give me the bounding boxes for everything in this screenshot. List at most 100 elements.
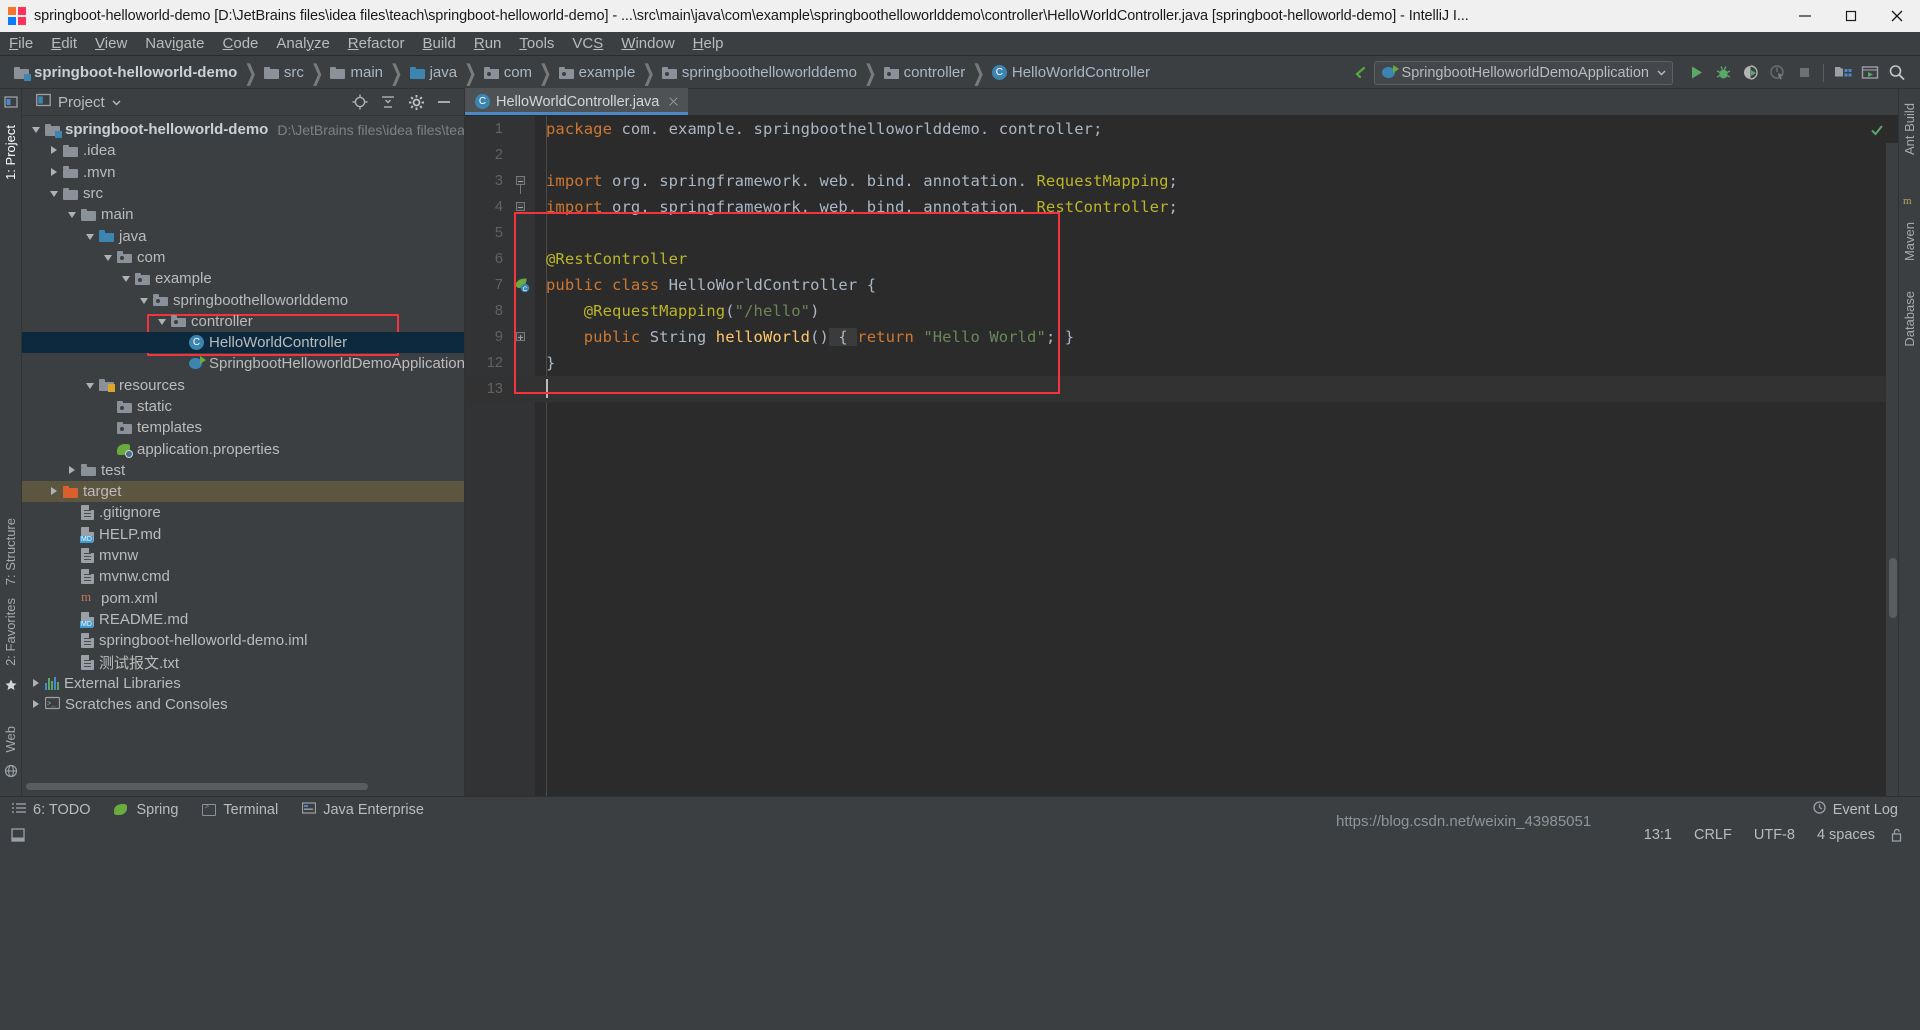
minus-icon[interactable] [430,89,458,115]
bottom-tab-todo[interactable]: 6: TODO [0,797,102,823]
star-icon[interactable] [4,678,18,696]
gutter-slot[interactable]: C [511,272,535,298]
tree-node-mvnw.cmd[interactable]: mvnw.cmd [22,566,464,587]
project-panel-horizontal-scrollbar[interactable] [22,781,465,792]
debug-button[interactable] [1710,60,1737,86]
menu-item-help[interactable]: Help [684,32,733,56]
menu-item-edit[interactable]: Edit [42,32,86,56]
spring-bean-gutter-icon[interactable]: C [514,277,530,293]
tree-collapse-triangle-icon[interactable] [32,125,41,134]
tree-collapse-triangle-icon[interactable] [86,232,95,241]
bottom-tab-java-enterprise[interactable]: Java Enterprise [290,797,436,823]
tree-collapse-triangle-icon[interactable] [140,296,149,305]
gutter-slot[interactable] [511,298,535,324]
sidebar-tab-ant-build[interactable]: Ant Build [1902,97,1917,161]
tree-node-main[interactable]: main [22,204,464,225]
project-tree[interactable]: springboot-helloworld-demo D:\JetBrains f… [22,116,464,796]
code-line[interactable]: 6 @RestController [465,246,1898,272]
chevron-down-icon[interactable] [112,94,121,111]
breadcrumb-item-example[interactable]: example [558,64,635,81]
code-line[interactable]: 8 @RequestMapping("/hello") [465,298,1898,324]
indent-setting[interactable]: 4 spaces [1806,827,1886,843]
editor-scrollbar-track[interactable] [1886,143,1898,796]
minimize-button[interactable] [1782,0,1828,32]
code-line[interactable]: 13 [465,376,1898,402]
tree-node-java[interactable]: java [22,225,464,246]
fold-expand-icon[interactable] [516,332,525,341]
caret-position[interactable]: 13:1 [1633,827,1683,843]
menu-item-navigate[interactable]: Navigate [136,32,213,56]
breadcrumb-item-java[interactable]: java [409,64,457,81]
show-toolbar-icon[interactable] [8,825,28,845]
sidebar-tab-structure[interactable]: 7: Structure [3,512,18,591]
menu-item-refactor[interactable]: Refactor [339,32,414,56]
tree-node-.mvn[interactable]: .mvn [22,162,464,183]
unlocked-icon[interactable] [1886,825,1906,845]
gutter-slot[interactable] [511,220,535,246]
gutter-slot[interactable] [511,246,535,272]
update-running-app-icon[interactable] [1856,60,1883,86]
tree-node-resources[interactable]: resources [22,375,464,396]
tree-node-helloworldcontroller[interactable]: C HelloWorldController [22,331,464,354]
close-icon[interactable] [667,95,680,108]
menu-item-code[interactable]: Code [214,32,268,56]
tree-node-mvnw[interactable]: mvnw [22,545,464,566]
code-line[interactable]: 2 [465,142,1898,168]
tree-expand-triangle-icon[interactable] [50,146,59,155]
gear-icon[interactable] [402,89,430,115]
tree-node-static[interactable]: static [22,396,464,417]
tree-node-application.properties[interactable]: application.properties [22,438,464,459]
code-content[interactable]: 1 package com. example. springboothellowo… [465,116,1898,796]
tree-expand-triangle-icon[interactable] [32,700,41,709]
tree-node-src[interactable]: src [22,183,464,204]
tree-node-scratches-and-consoles[interactable]: >_ Scratches and Consoles [22,694,464,715]
breadcrumb-item-com[interactable]: com [483,64,532,81]
gutter-slot[interactable] [511,350,535,376]
breadcrumb-item-springboot-helloworld-demo[interactable]: springboot-helloworld-demo [14,64,237,81]
code-line[interactable]: 12} [465,350,1898,376]
tree-node-controller[interactable]: controller [22,311,464,332]
inspections-ok-checkmark[interactable] [1870,123,1884,141]
bottom-tab-terminal[interactable]: Terminal [190,797,290,823]
collapse-all-button[interactable] [374,89,402,115]
menu-item-build[interactable]: Build [413,32,464,56]
gutter-slot[interactable] [511,142,535,168]
tree-expand-triangle-icon[interactable] [50,487,59,496]
maximize-button[interactable] [1828,0,1874,32]
menu-item-view[interactable]: View [86,32,136,56]
gutter-slot[interactable] [511,194,535,220]
editor-scrollbar-thumb[interactable] [1889,558,1897,618]
tree-collapse-triangle-icon[interactable] [86,381,95,390]
run-configuration-selector[interactable]: SpringbootHelloworldDemoApplication [1373,60,1673,85]
breadcrumb-item-main[interactable]: main [330,64,383,81]
editor-tab-helloworldcontroller[interactable]: C HelloWorldController.java [465,88,689,115]
sidebar-tab-favorites[interactable]: 2: Favorites [3,592,18,672]
tree-collapse-triangle-icon[interactable] [158,317,167,326]
breadcrumb-item-src[interactable]: src [263,64,304,81]
gutter-slot[interactable] [511,168,535,194]
fold-collapse-icon[interactable] [516,202,525,211]
gutter-slot[interactable] [511,324,535,350]
bottom-tab-spring[interactable]: Spring [102,797,190,823]
breadcrumb-item-helloworldcontroller[interactable]: C HelloWorldController [991,64,1150,81]
tree-collapse-triangle-icon[interactable] [122,274,131,283]
menu-item-run[interactable]: Run [465,32,511,56]
tree-expand-triangle-icon[interactable] [68,465,77,475]
fold-collapse-icon[interactable] [516,176,525,185]
search-everywhere-button[interactable] [1883,60,1910,86]
web-icon[interactable] [4,764,18,782]
run-with-coverage-button[interactable] [1737,60,1764,86]
tree-node-com[interactable]: com [22,247,464,268]
code-line[interactable]: 9 public String helloWorld() { return "H… [465,324,1898,350]
scroll-from-source-button[interactable] [346,89,374,115]
line-separator[interactable]: CRLF [1683,827,1743,843]
tree-node-.gitignore[interactable]: .gitignore [22,502,464,523]
tree-node-springboot-helloworld-demo.iml[interactable]: springboot-helloworld-demo.iml [22,630,464,651]
breadcrumb-item-springboothelloworlddemo[interactable]: springboothelloworlddemo [661,64,857,81]
gutter-slot[interactable] [511,116,535,142]
tree-node-springboot-helloworld-demo[interactable]: springboot-helloworld-demo D:\JetBrains f… [22,119,464,140]
tree-collapse-triangle-icon[interactable] [68,210,77,219]
sidebar-tab-database[interactable]: Database [1902,285,1917,353]
file-encoding[interactable]: UTF-8 [1743,827,1806,843]
profile-button[interactable] [1764,60,1791,86]
